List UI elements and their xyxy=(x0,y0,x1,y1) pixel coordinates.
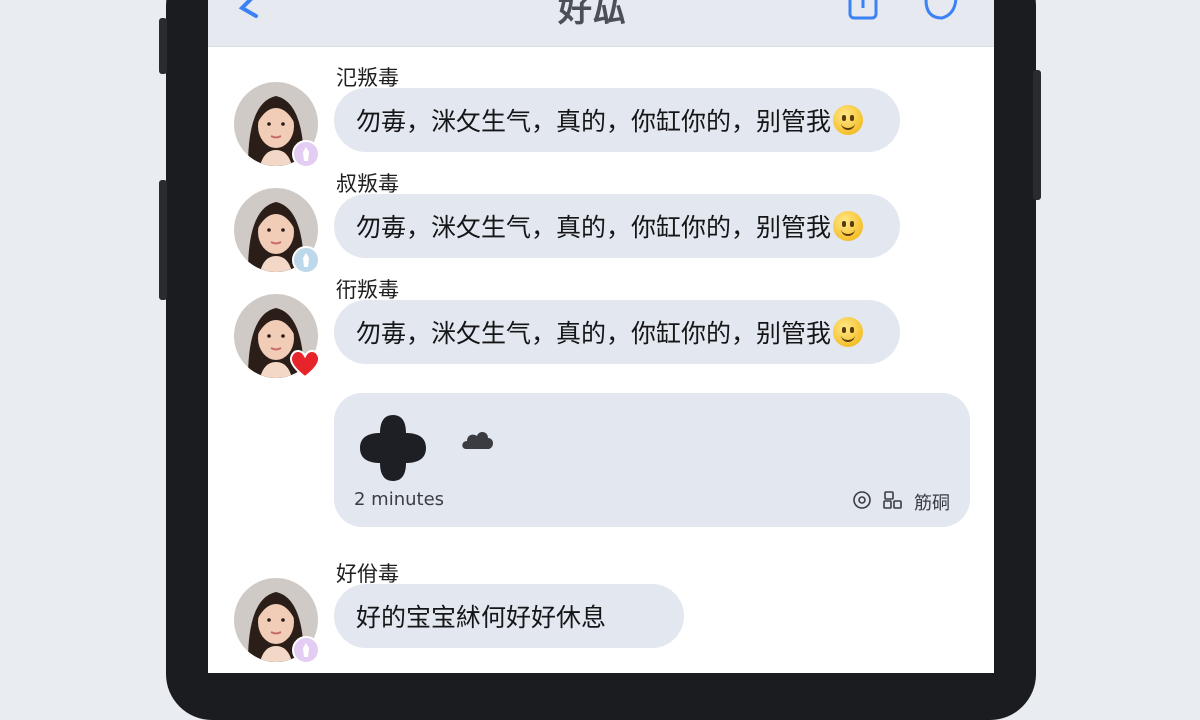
smiling-face-emoji-icon xyxy=(833,105,864,135)
message-bubble[interactable]: 勿毐，洣攵生气，真的，你缸你的，别管我 xyxy=(334,194,900,258)
small-cloud-icon xyxy=(460,427,496,457)
card-timestamp: 2 minutes xyxy=(354,489,445,510)
lavender-sticker-badge xyxy=(292,636,320,664)
blue-sticker-badge xyxy=(292,246,320,274)
message-bubble[interactable]: 勿毐，洣攵生气，真的，你缸你的，别管我 xyxy=(334,300,900,364)
message-text: 勿毐，洣攵生气，真的，你缸你的，别管我 xyxy=(356,213,832,242)
phone-volume-button xyxy=(159,180,167,300)
clock-icon[interactable] xyxy=(852,490,872,515)
smiling-face-emoji-icon xyxy=(833,211,864,241)
chevron-left-icon[interactable] xyxy=(228,0,268,26)
chat-header: 好厸 xyxy=(208,0,994,47)
phone-power-button xyxy=(1033,70,1041,200)
chat-screen: 好厸 氾叛毒 勿毐，洣攵生气，真的，你缸你的，别管我 叔叛毒 勿毐，洣攵生气，真… xyxy=(208,0,994,673)
media-preview-card[interactable]: 2 minutes 筋硐 xyxy=(334,393,970,527)
phone-side-button xyxy=(159,18,167,74)
card-meta: 筋硐 xyxy=(852,489,950,515)
sticker-icon[interactable] xyxy=(920,0,960,26)
card-meta-label: 筋硐 xyxy=(914,493,950,514)
message-text: 好的宝宝絉何好好休息 xyxy=(356,603,607,632)
link-icon[interactable] xyxy=(882,490,904,515)
message-bubble[interactable]: 好的宝宝絉何好好休息 xyxy=(334,584,684,648)
message-text: 勿毐，洣攵生气，真的，你缸你的，别管我 xyxy=(356,107,832,136)
compose-icon[interactable] xyxy=(844,0,884,26)
plus-shape-icon xyxy=(356,411,430,489)
heart-icon xyxy=(288,346,322,380)
lavender-sticker-badge xyxy=(292,140,320,168)
chat-title: 好厸 xyxy=(558,0,626,30)
smiling-face-emoji-icon xyxy=(833,317,864,347)
message-text: 勿毐，洣攵生气，真的，你缸你的，别管我 xyxy=(356,319,832,348)
message-bubble[interactable]: 勿毐，洣攵生气，真的，你缸你的，别管我 xyxy=(334,88,900,152)
